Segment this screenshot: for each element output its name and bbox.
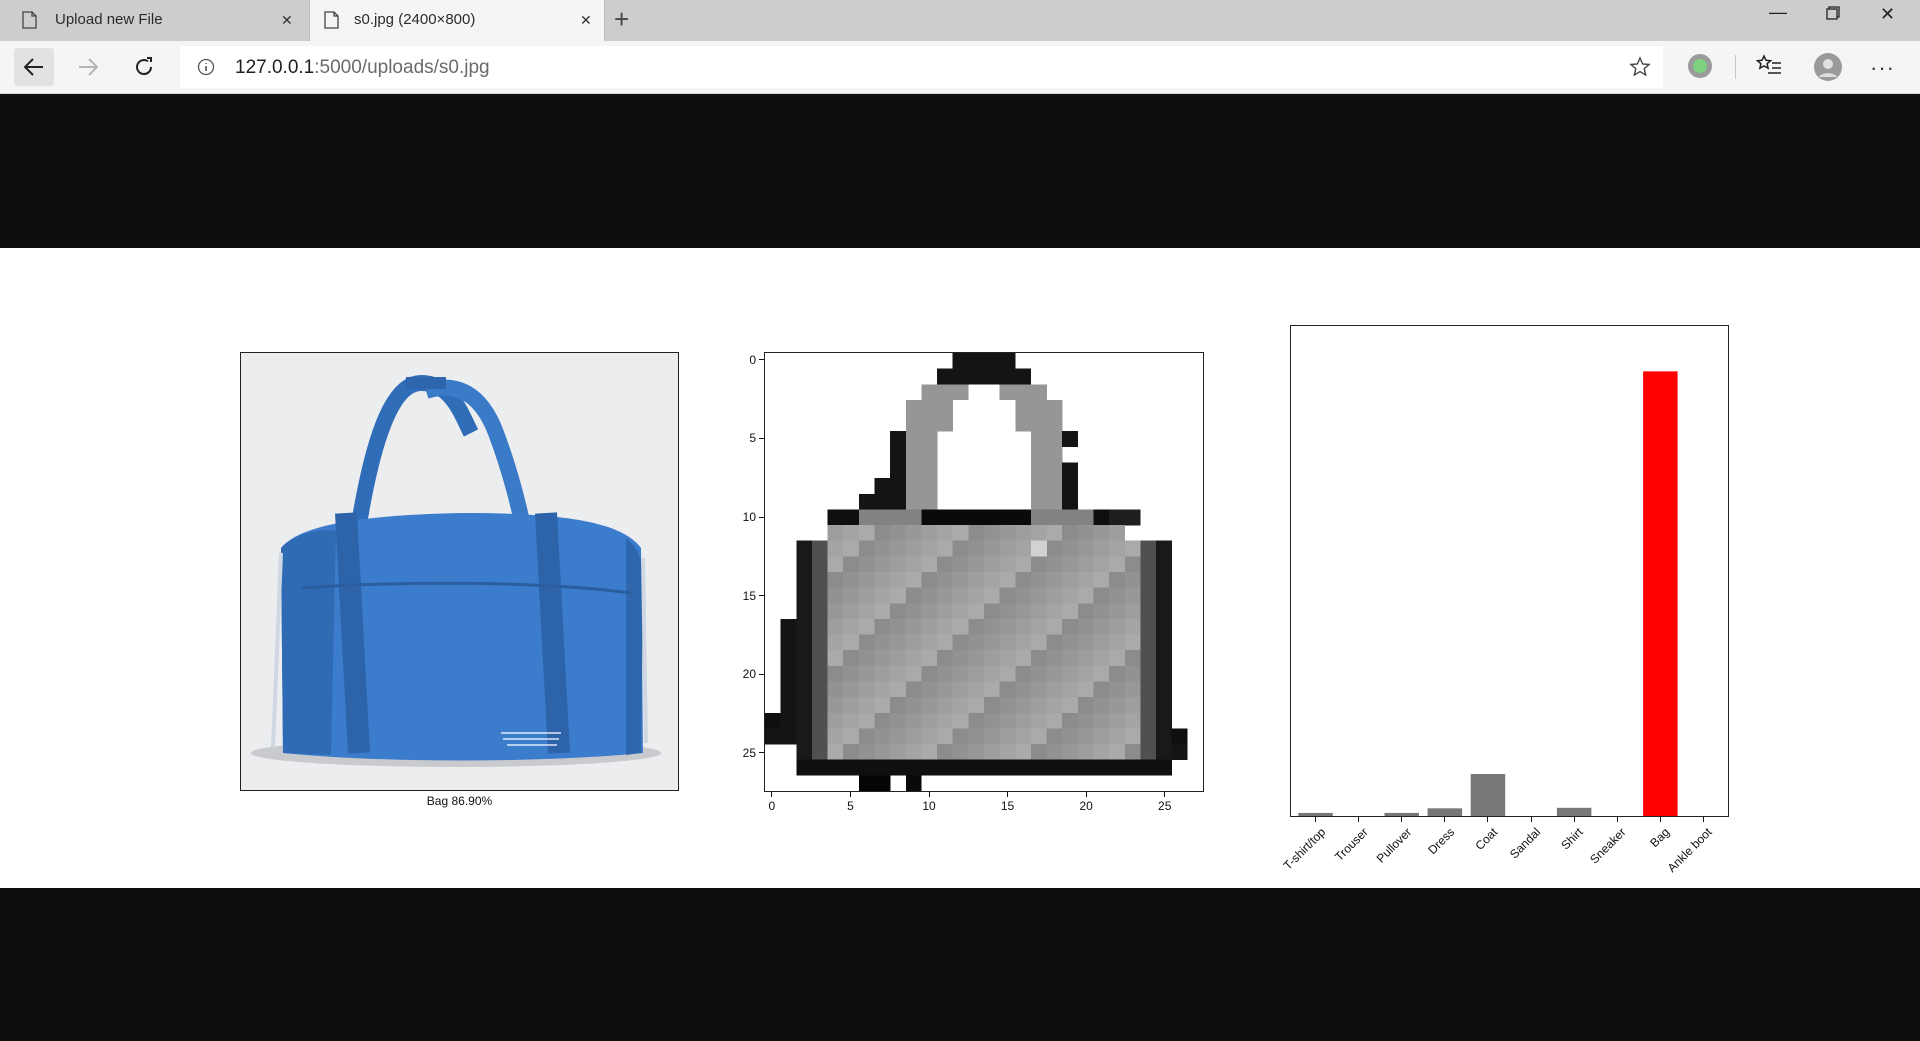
y-tick-label: 5: [749, 431, 756, 446]
favorite-star-icon[interactable]: [1629, 56, 1651, 78]
forward-button[interactable]: [70, 49, 106, 85]
category-label: Sneaker: [1587, 825, 1629, 867]
y-tick-label: 10: [742, 510, 756, 524]
x-tick-label: 0: [768, 799, 776, 813]
x-tick-label: 25: [1158, 799, 1172, 813]
tab-s0-jpg[interactable]: s0.jpg (2400×800) ✕: [309, 0, 605, 41]
page-icon: [22, 11, 37, 29]
y-tick-mark: [759, 595, 764, 597]
restore-icon: [1826, 6, 1840, 20]
y-tick-label: 25: [742, 745, 756, 760]
x-tick-mark: [1007, 792, 1009, 797]
minimize-button[interactable]: —: [1769, 2, 1787, 22]
url-text[interactable]: 127.0.0.1:5000/uploads/s0.jpg: [235, 57, 490, 79]
category-tick-mark: [1487, 817, 1489, 822]
x-tick-mark: [1085, 792, 1087, 797]
bar-shirt: [1556, 807, 1592, 816]
navigation-bar: 127.0.0.1:5000/uploads/s0.jpg ···: [0, 41, 1920, 94]
uploaded-image: Bag 86.90% 0 5 10 15 20 25 0 5 10 15 20 25 T-shirt/…: [0, 248, 1920, 888]
x-tick-label: 20: [1079, 799, 1093, 813]
y-tick-mark: [759, 359, 764, 361]
category-label: Pullover: [1373, 825, 1415, 866]
category-tick-mark: [1659, 817, 1661, 822]
page-icon: [324, 11, 339, 29]
back-button[interactable]: [14, 48, 54, 86]
back-arrow-icon: [24, 58, 43, 76]
tab-upload-new-file[interactable]: Upload new File ✕: [0, 0, 309, 41]
profile-avatar-icon[interactable]: [1813, 52, 1843, 82]
bar-t-shirt-top: [1298, 812, 1333, 816]
y-tick-mark: [759, 752, 764, 754]
y-tick-label: 0: [749, 352, 756, 367]
restore-button[interactable]: [1826, 4, 1840, 24]
x-tick-mark: [1164, 792, 1166, 797]
x-tick-mark: [771, 792, 773, 797]
category-label: Coat: [1472, 825, 1501, 853]
favorites-icon[interactable]: [1756, 54, 1782, 78]
category-tick-mark: [1573, 817, 1575, 822]
x-tick-mark: [928, 792, 930, 797]
category-tick-mark: [1616, 817, 1618, 822]
category-label: Ankle boot: [1665, 825, 1716, 876]
reload-icon: [136, 57, 153, 76]
tab-title: s0.jpg (2400×800): [354, 11, 476, 28]
category-label: Trouser: [1331, 825, 1371, 864]
window-close-button[interactable]: ✕: [1880, 4, 1895, 24]
close-icon[interactable]: ✕: [580, 13, 592, 27]
address-bar[interactable]: 127.0.0.1:5000/uploads/s0.jpg: [180, 46, 1663, 88]
url-host: 127.0.0.1: [235, 57, 315, 78]
bar-coat: [1470, 774, 1506, 816]
tab-bar: Upload new File ✕ s0.jpg (2400×800) ✕ + …: [0, 0, 1920, 41]
category-label: Shirt: [1558, 825, 1586, 853]
category-tick-mark: [1358, 817, 1360, 822]
category-label: Bag: [1647, 825, 1673, 851]
url-path: :5000/uploads/s0.jpg: [314, 57, 490, 78]
x-tick-label: 15: [1000, 799, 1015, 813]
category-tick-mark: [1530, 817, 1532, 822]
category-tick-mark: [1401, 817, 1403, 822]
toolbar-divider: [1735, 55, 1736, 79]
y-tick-label: 15: [742, 588, 756, 603]
y-tick-label: 20: [742, 667, 756, 682]
x-tick-label: 5: [847, 799, 854, 813]
prediction-caption: Bag 86.90%: [426, 794, 493, 808]
category-label: T-shirt/top: [1280, 825, 1328, 873]
bag-photo-illustration: [251, 374, 661, 767]
input-photo: [240, 352, 679, 791]
probability-bar-chart: [1298, 371, 1678, 816]
y-tick-mark: [759, 437, 764, 439]
bar-pullover: [1384, 812, 1419, 816]
x-tick-mark: [849, 792, 851, 797]
y-tick-mark: [759, 516, 764, 518]
x-tick-label: 10: [922, 799, 936, 813]
category-label: Sandal: [1506, 825, 1544, 862]
tab-title: Upload new File: [55, 11, 163, 28]
info-icon[interactable]: [197, 58, 215, 76]
bar-bag: [1643, 371, 1678, 816]
y-tick-mark: [759, 673, 764, 675]
more-options-icon[interactable]: ···: [1870, 55, 1895, 81]
reload-button[interactable]: [126, 49, 162, 85]
new-tab-button[interactable]: +: [614, 6, 629, 32]
bar-dress: [1427, 808, 1463, 816]
category-tick-mark: [1444, 817, 1446, 822]
extension-icon[interactable]: [1688, 54, 1712, 78]
close-icon[interactable]: ✕: [281, 13, 293, 27]
pixel-image-panel: [764, 352, 1204, 792]
category-tick-mark: [1315, 817, 1317, 822]
pixelated-bag-image: [765, 353, 1188, 791]
category-tick-mark: [1702, 817, 1704, 822]
forward-arrow-icon: [79, 58, 98, 76]
category-label: Dress: [1425, 825, 1458, 858]
